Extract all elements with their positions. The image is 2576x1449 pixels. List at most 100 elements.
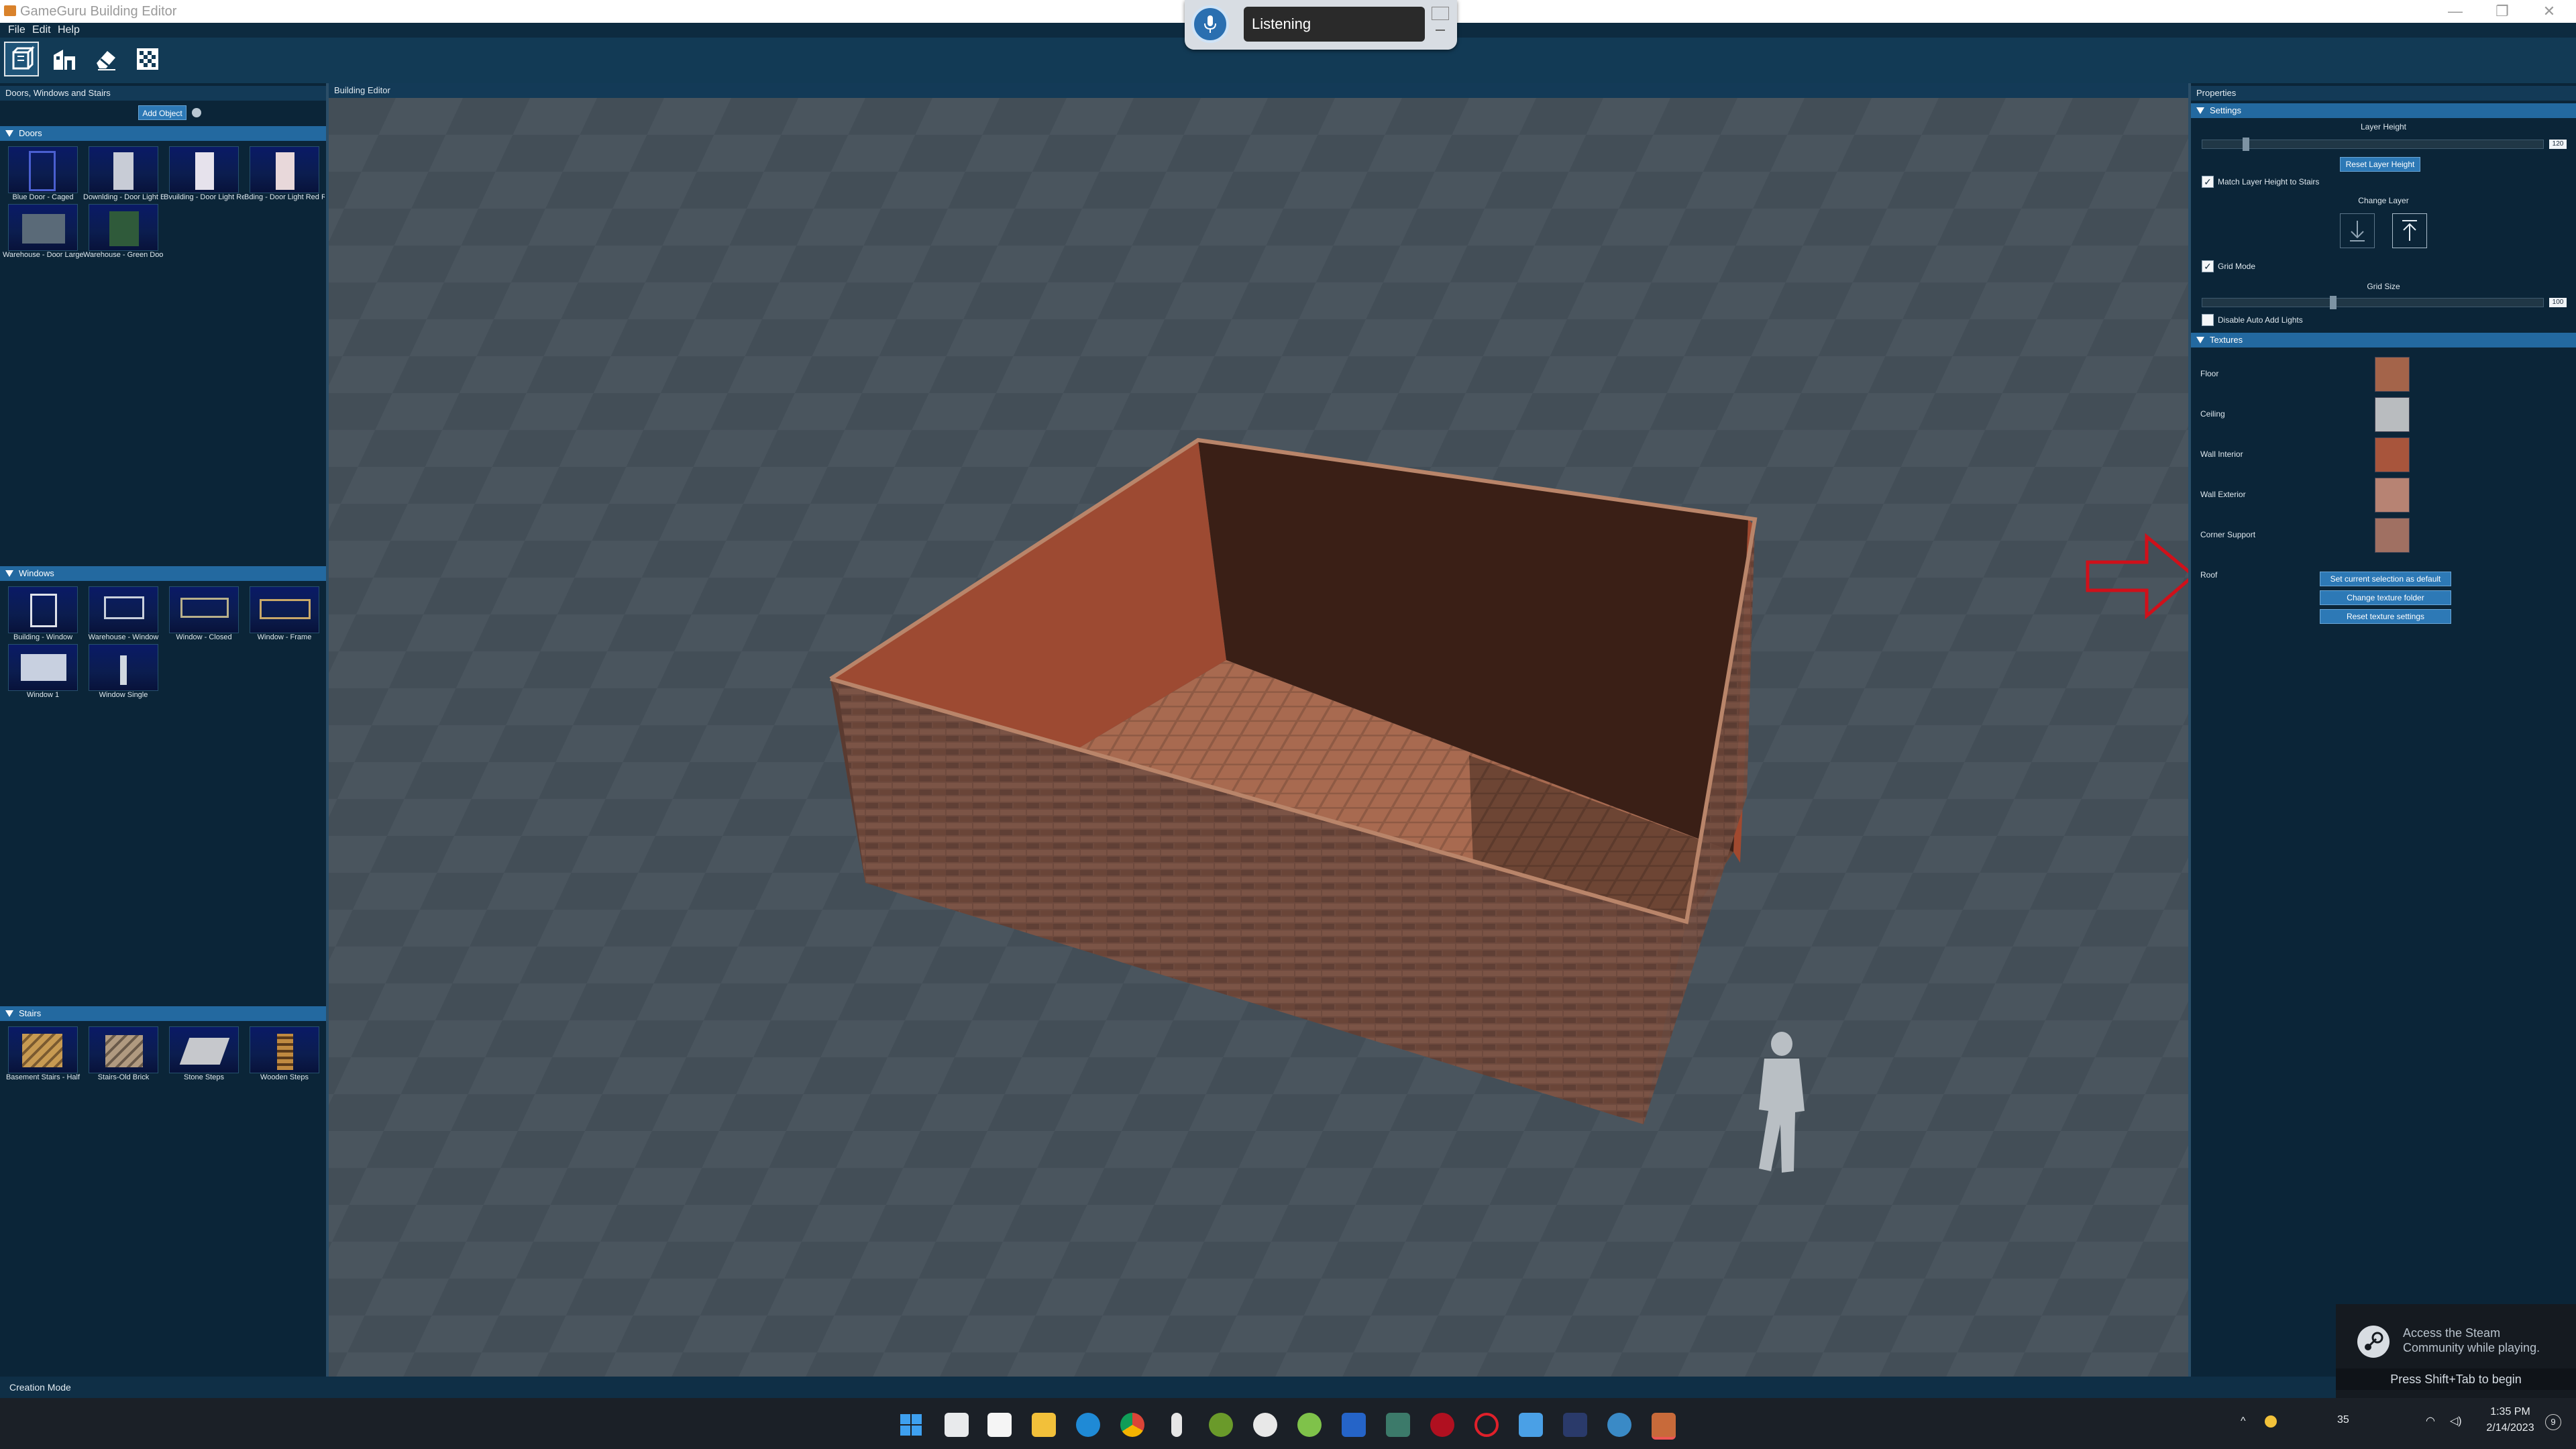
notepad-icon[interactable] [1519,1413,1543,1437]
browser-globe-icon[interactable] [1607,1413,1631,1437]
door-thumbnail[interactable] [250,146,319,193]
menu-edit[interactable]: Edit [32,24,51,36]
app-icon-red[interactable] [1430,1413,1454,1437]
corner-support-texture-swatch[interactable] [2375,518,2410,553]
menu-help[interactable]: Help [58,24,80,36]
change-texture-folder-button[interactable]: Change texture folder [2320,590,2451,605]
settings-section-header[interactable]: Settings [2191,103,2576,118]
info-icon[interactable] [192,108,201,117]
stairs-thumbnail[interactable] [250,1026,319,1073]
store-icon[interactable] [987,1413,1012,1437]
building-editor-viewport[interactable]: Building Editor [329,83,2188,1377]
window-thumbnail[interactable] [8,586,78,633]
opera-browser-icon[interactable] [1474,1413,1499,1437]
grid-tool-button[interactable] [130,42,165,76]
texture-label-wall-exterior: Wall Exterior [2200,490,2246,499]
window-label: Window Single [99,691,148,699]
grid-size-value[interactable]: 100 [2549,298,2567,307]
window-thumbnail[interactable] [89,644,158,691]
tray-overflow-icon[interactable]: ^ [2241,1415,2246,1428]
file-explorer-icon[interactable] [1032,1413,1056,1437]
wall-interior-texture-swatch[interactable] [2375,437,2410,472]
window-thumbnail[interactable] [89,586,158,633]
door-label: Warehouse - Door Large [3,251,83,259]
keyboard-icon[interactable] [1432,7,1449,20]
window-thumbnail[interactable] [250,586,319,633]
stairs-thumbnail[interactable] [89,1026,158,1073]
app-icon-dark[interactable] [1563,1413,1587,1437]
door-thumbnail[interactable] [169,146,239,193]
chrome-icon[interactable] [1120,1413,1144,1437]
door-label: Blue Door - Caged [12,193,74,201]
textures-section-title: Textures [2210,335,2243,345]
task-view-icon[interactable] [945,1413,969,1437]
layer-height-slider[interactable] [2202,138,2544,151]
app-icon-blue[interactable] [1342,1413,1366,1437]
window-thumbnail[interactable] [8,644,78,691]
stairs-section-title: Stairs [19,1008,42,1018]
3d-scene[interactable] [329,98,2188,1377]
gameguru-app-icon[interactable] [1652,1413,1676,1440]
window-label: Window - Closed [176,633,232,641]
textures-section-header[interactable]: Textures [2191,333,2576,347]
layer-height-value[interactable]: 120 [2549,140,2567,149]
steam-hint: Press Shift+Tab to begin [2336,1368,2576,1390]
layer-down-button[interactable] [2340,213,2375,248]
add-object-button[interactable]: Add Object [138,105,186,120]
door-thumbnail[interactable] [8,204,78,251]
clock-time[interactable]: 1:35 PM [2482,1406,2538,1418]
properties-panel: Properties Settings Layer Height 120 Res… [2188,83,2576,1377]
volume-icon[interactable]: ◁) [2450,1414,2462,1428]
slider-knob[interactable] [2330,296,2337,309]
texture-label-floor: Floor [2200,369,2219,378]
menu-file[interactable]: File [8,24,25,36]
app-icon-teal[interactable] [1386,1413,1410,1437]
box-icon [12,46,35,70]
build-tool-button[interactable] [4,42,39,76]
clock-date[interactable]: 2/14/2023 [2475,1422,2545,1434]
steam-overlay-notification[interactable]: Access the Steam Community while playing… [2336,1304,2576,1398]
floor-texture-swatch[interactable] [2375,357,2410,392]
ceiling-texture-swatch[interactable] [2375,397,2410,432]
match-layer-checkbox[interactable]: ✓ [2202,176,2214,188]
wifi-icon[interactable]: ◠ [2426,1414,2435,1428]
grid-mode-checkbox[interactable]: ✓ [2202,260,2214,272]
maximize-button[interactable]: ❐ [2482,1,2522,21]
app-icon-green[interactable] [1297,1413,1322,1437]
eraser-icon [97,51,115,70]
collapse-icon[interactable] [1436,30,1445,31]
slider-knob[interactable] [2243,138,2249,151]
eraser-tool-button[interactable] [89,42,123,76]
grid-size-slider[interactable] [2202,296,2544,309]
disable-lights-checkbox[interactable] [2202,314,2214,326]
properties-header: Properties [2191,86,2576,101]
reset-layer-height-button[interactable]: Reset Layer Height [2340,157,2420,172]
door-thumbnail[interactable] [89,146,158,193]
door-label: Bvuilding - Door Light Red L [164,193,244,201]
stairs-section-header[interactable]: Stairs [0,1006,326,1021]
app-icon [4,5,16,16]
grid-icon [137,48,158,70]
doors-section-header[interactable]: Doors [0,126,326,141]
settings-icon[interactable] [1253,1413,1277,1437]
edge-browser-icon[interactable] [1076,1413,1100,1437]
window-thumbnail[interactable] [169,586,239,633]
door-tool-button[interactable] [47,42,82,76]
notification-badge[interactable]: 9 [2545,1414,2561,1430]
windows-section-header[interactable]: Windows [0,566,326,581]
reset-texture-settings-button[interactable]: Reset texture settings [2320,609,2451,624]
close-button[interactable]: ✕ [2529,1,2569,21]
stairs-thumbnail[interactable] [169,1026,239,1073]
wall-exterior-texture-swatch[interactable] [2375,478,2410,513]
minimize-button[interactable]: — [2435,1,2475,21]
set-default-texture-button[interactable]: Set current selection as default [2320,572,2451,586]
weather-icon[interactable] [2265,1415,2277,1428]
gaming-app-icon[interactable] [1209,1413,1233,1437]
stairs-thumbnail[interactable] [8,1026,78,1073]
layer-up-button[interactable] [2392,213,2427,248]
door-thumbnail[interactable] [8,146,78,193]
microphone-app-icon[interactable] [1171,1413,1182,1437]
start-button[interactable] [899,1413,923,1437]
door-thumbnail[interactable] [89,204,158,251]
microphone-button[interactable] [1191,5,1229,43]
